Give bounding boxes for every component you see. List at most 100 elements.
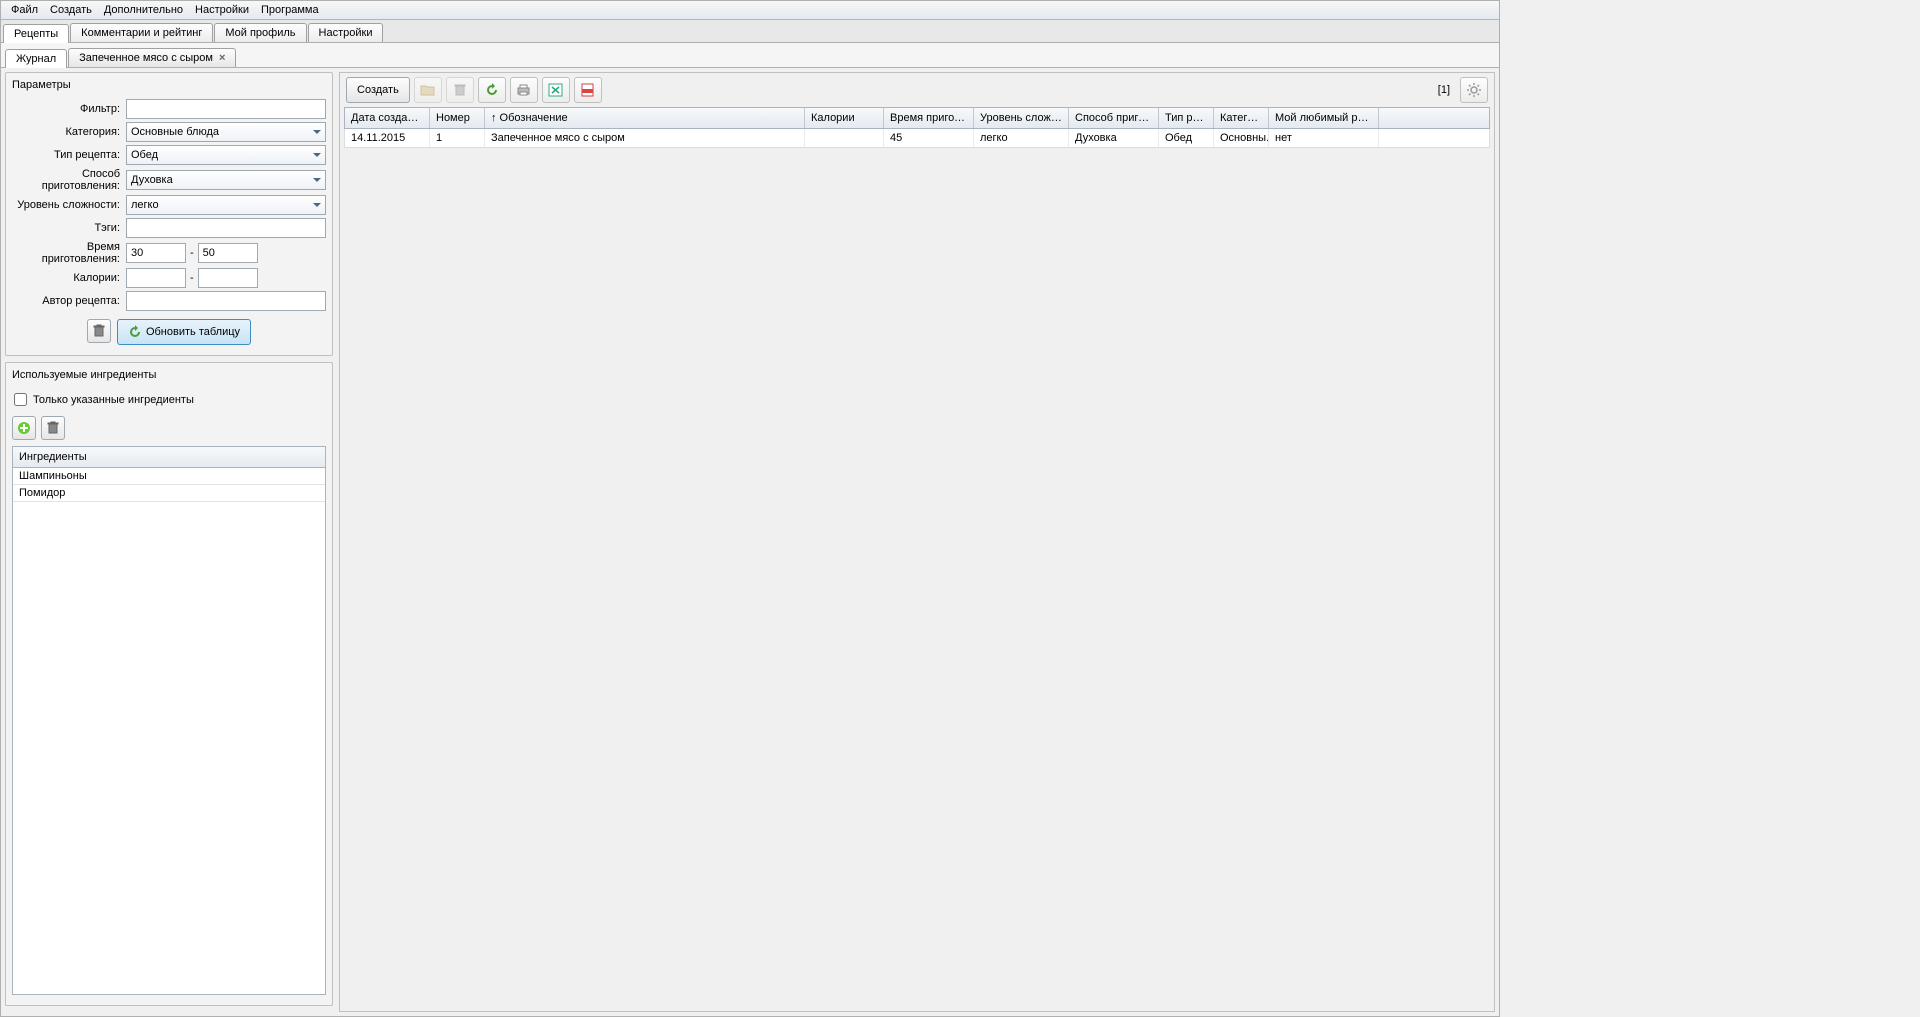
col-method[interactable]: Способ приготовл... [1069,108,1159,128]
col-favorite[interactable]: Мой любимый рецепт [1269,108,1379,128]
add-ingredient-button[interactable] [12,416,36,440]
toolbar: Создать [ [340,73,1494,107]
grid-row[interactable]: 14.11.2015 1 Запеченное мясо с сыром 45 … [344,129,1490,148]
category-label: Категория: [12,126,126,138]
open-button[interactable] [414,77,442,103]
tab-settings[interactable]: Настройки [308,23,384,42]
menu-settings[interactable]: Настройки [189,3,255,17]
method-value: Духовка [131,174,173,186]
cell-favorite: нет [1269,129,1379,147]
tab-comments[interactable]: Комментарии и рейтинг [70,23,213,42]
remove-ingredient-button[interactable] [41,416,65,440]
refresh-table-button[interactable]: Обновить таблицу [117,319,251,345]
ingredient-row[interactable]: Помидор [13,485,325,502]
ingredients-header[interactable]: Ингредиенты [13,447,325,468]
only-ingredients-checkbox[interactable] [14,393,27,406]
recipes-grid: Дата создания Номер ↑ Обозначение Калори… [344,107,1490,1007]
menu-file[interactable]: Файл [5,3,44,17]
export-excel-button[interactable] [542,77,570,103]
trash-icon [92,324,106,338]
settings-button[interactable] [1460,77,1488,103]
record-count: [1] [1432,84,1456,96]
tab-journal[interactable]: Журнал [5,49,67,68]
params-panel: Параметры Фильтр: Категория: Основные бл… [5,72,333,356]
col-calories[interactable]: Калории [805,108,884,128]
clear-filters-button[interactable] [87,319,111,343]
cell-difficulty: легко [974,129,1069,147]
range-separator: - [190,272,194,284]
refresh-button[interactable] [478,77,506,103]
trash-icon [453,83,467,97]
only-ingredients-label: Только указанные ингредиенты [33,394,194,406]
cell-category: Основны... [1214,129,1269,147]
gear-icon [1466,82,1482,98]
trash-icon [46,421,60,435]
refresh-button-label: Обновить таблицу [146,326,240,338]
method-select[interactable]: Духовка [126,170,326,190]
refresh-icon [128,325,142,339]
delete-button[interactable] [446,77,474,103]
chevron-down-icon [313,178,321,182]
calories-label: Калории: [12,272,126,284]
refresh-icon [485,83,499,97]
col-time[interactable]: Время приготовле... [884,108,974,128]
plus-icon [17,421,31,435]
tags-label: Тэги: [12,222,126,234]
difficulty-value: легко [131,199,159,211]
tab-profile[interactable]: Мой профиль [214,23,306,42]
close-icon[interactable]: × [219,52,225,64]
pdf-icon [580,83,595,97]
chevron-down-icon [313,203,321,207]
create-button[interactable]: Создать [346,77,410,103]
chevron-down-icon [313,153,321,157]
folder-open-icon [420,83,436,97]
ingredients-title: Используемые ингредиенты [12,367,326,389]
range-separator: - [190,247,194,259]
print-button[interactable] [510,77,538,103]
excel-icon [548,83,563,97]
grid-header: Дата создания Номер ↑ Обозначение Калори… [344,107,1490,129]
ingredients-table: Ингредиенты Шампиньоны Помидор [12,446,326,995]
author-input[interactable] [126,291,326,311]
time-from-input[interactable] [126,243,186,263]
cell-name: Запеченное мясо с сыром [485,129,805,147]
menu-program[interactable]: Программа [255,3,325,17]
filter-input[interactable] [126,99,326,119]
tab-recipe-detail-label: Запеченное мясо с сыром [79,52,213,64]
difficulty-label: Уровень сложности: [12,199,126,211]
time-label: Время приготовления: [12,241,126,265]
col-creation-date[interactable]: Дата создания [345,108,430,128]
ingredient-row[interactable]: Шампиньоны [13,468,325,485]
tab-journal-label: Журнал [16,53,56,65]
ingredients-panel: Используемые ингредиенты Только указанны… [5,362,333,1006]
type-select[interactable]: Обед [126,145,326,165]
col-type[interactable]: Тип рецепта [1159,108,1214,128]
difficulty-select[interactable]: легко [126,195,326,215]
menu-create[interactable]: Создать [44,3,98,17]
category-value: Основные блюда [131,126,219,138]
filter-label: Фильтр: [12,103,126,115]
tags-input[interactable] [126,218,326,238]
calories-to-input[interactable] [198,268,258,288]
cell-type: Обед [1159,129,1214,147]
tab-recipes[interactable]: Рецепты [3,24,69,43]
export-pdf-button[interactable] [574,77,602,103]
category-select[interactable]: Основные блюда [126,122,326,142]
time-to-input[interactable] [198,243,258,263]
cell-date: 14.11.2015 [345,129,430,147]
calories-from-input[interactable] [126,268,186,288]
cell-calories [805,129,884,147]
menu-additional[interactable]: Дополнительно [98,3,189,17]
col-category[interactable]: Категория [1214,108,1269,128]
main-tabs: Рецепты Комментарии и рейтинг Мой профил… [1,20,1499,43]
col-name[interactable]: ↑ Обозначение [485,108,805,128]
col-number[interactable]: Номер [430,108,485,128]
type-value: Обед [131,149,158,161]
chevron-down-icon [313,130,321,134]
type-label: Тип рецепта: [12,149,126,161]
sub-tabs: Журнал Запеченное мясо с сыром × [1,43,1499,68]
col-difficulty[interactable]: Уровень сложности [974,108,1069,128]
tab-recipe-detail[interactable]: Запеченное мясо с сыром × [68,48,236,67]
params-title: Параметры [12,77,326,99]
printer-icon [516,83,531,97]
